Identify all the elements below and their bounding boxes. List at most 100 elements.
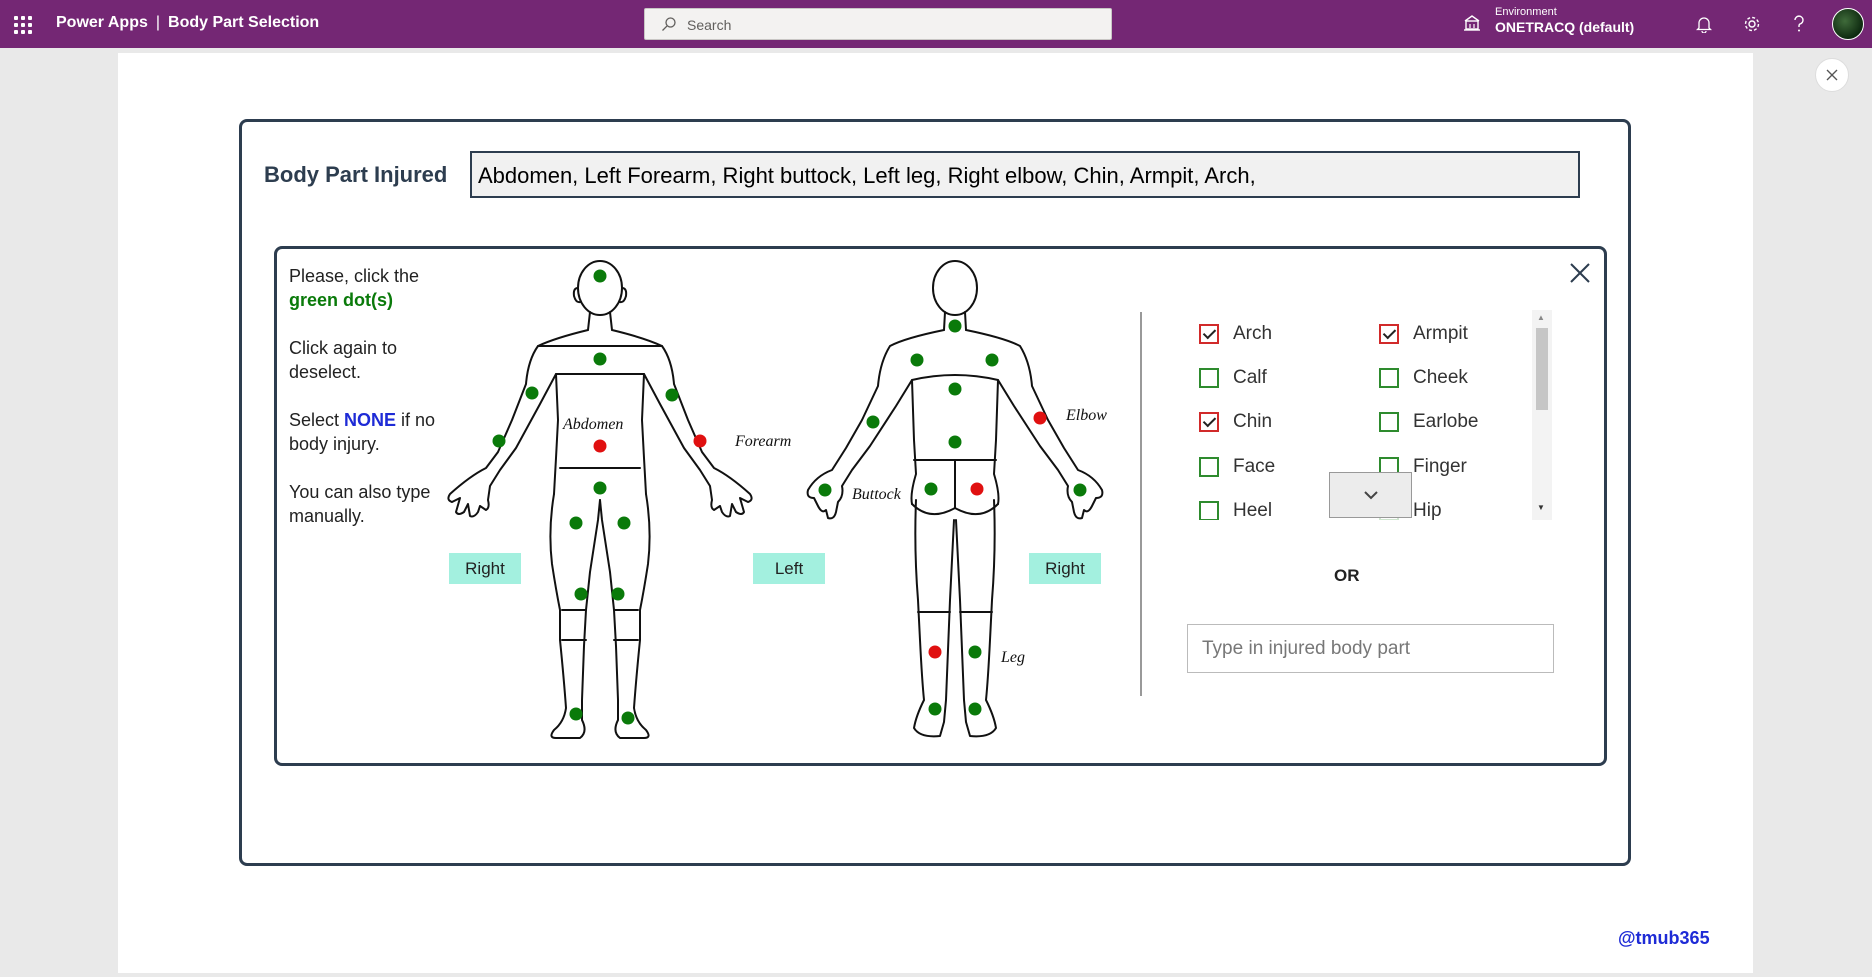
body-part-value-field[interactable]: Abdomen, Left Forearm, Right buttock, Le… — [470, 151, 1580, 198]
app-title: Power Apps | Body Part Selection — [56, 14, 319, 32]
dot-right-thigh[interactable] — [569, 516, 583, 530]
body-part-label: Body Part Injured — [264, 162, 448, 187]
checkbox-cheek-label: Cheek — [1413, 367, 1468, 388]
dot-right-knee[interactable] — [574, 587, 588, 601]
dot-back-left-shoulder[interactable] — [910, 353, 924, 367]
dot-right-elbow[interactable] — [1033, 411, 1047, 425]
instruction-manual: You can also type manually. — [289, 482, 431, 526]
search-icon — [662, 17, 676, 31]
front-left-button[interactable]: Left — [753, 553, 825, 584]
checkbox-chin[interactable]: Chin — [1199, 411, 1272, 433]
top-bar: Power Apps | Body Part Selection Environme… — [0, 0, 1872, 48]
label-buttock: Buttock — [852, 486, 902, 503]
checkbox-finger-label: Finger — [1413, 456, 1467, 477]
checkbox-cheek[interactable]: Cheek — [1379, 367, 1468, 389]
checkbox-armpit[interactable]: Armpit — [1379, 323, 1468, 345]
dot-left-foot[interactable] — [621, 711, 635, 725]
checkbox-face[interactable]: Face — [1199, 456, 1275, 478]
section-divider — [1140, 312, 1142, 696]
manual-body-part-input[interactable] — [1187, 624, 1554, 673]
dot-right-heel[interactable] — [968, 702, 982, 716]
checkbox-armpit-label: Armpit — [1413, 323, 1468, 344]
dot-neck[interactable] — [948, 319, 962, 333]
avatar[interactable] — [1832, 8, 1864, 40]
watermark: @tmub365 — [1618, 928, 1710, 948]
dot-left-heel[interactable] — [928, 702, 942, 716]
dot-upper-back[interactable] — [948, 382, 962, 396]
close-icon — [1826, 69, 1838, 81]
dot-right-hand[interactable] — [1073, 483, 1087, 497]
checkbox-heel-label: Heel — [1233, 500, 1273, 520]
or-label: OR — [1334, 566, 1360, 585]
page-title: Body Part Selection — [168, 14, 320, 31]
label-elbow: Elbow — [1065, 407, 1107, 424]
dot-right-buttock[interactable] — [970, 482, 984, 496]
dot-left-forearm[interactable] — [693, 434, 707, 448]
checkbox-face-label: Face — [1233, 456, 1276, 477]
dot-right-foot[interactable] — [569, 707, 583, 721]
dot-abdomen[interactable] — [593, 439, 607, 453]
back-right-button[interactable]: Right — [1029, 553, 1101, 584]
environment-name[interactable]: ONETRACQ (default) — [1495, 19, 1634, 35]
checkbox-heel[interactable]: Heel — [1199, 500, 1272, 520]
expand-list-button[interactable] — [1329, 472, 1412, 518]
checkbox-calf[interactable]: Calf — [1199, 367, 1267, 389]
dot-groin[interactable] — [593, 481, 607, 495]
gear-icon[interactable] — [1740, 12, 1764, 36]
checkbox-hip-label: Hip — [1413, 500, 1442, 520]
checkbox-calf-label: Calf — [1233, 367, 1267, 388]
checkbox-armpit-box[interactable] — [1379, 324, 1399, 344]
instruction-click: Please, click the — [289, 266, 420, 286]
environment-icon[interactable] — [1462, 14, 1482, 32]
front-body-figure — [447, 260, 753, 739]
label-leg: Leg — [1000, 649, 1025, 666]
checkbox-heel-box[interactable] — [1199, 501, 1219, 520]
dot-right-shoulder[interactable] — [525, 386, 539, 400]
help-icon[interactable] — [1787, 12, 1811, 36]
instruction-green-dots: green dot(s) — [289, 290, 394, 310]
dot-left-knee[interactable] — [611, 587, 625, 601]
close-app-button[interactable] — [1815, 58, 1849, 92]
dot-left-leg[interactable] — [928, 645, 942, 659]
app-name[interactable]: Power Apps — [56, 14, 148, 31]
environment-label: Environment — [1495, 6, 1557, 18]
chevron-down-icon — [1363, 491, 1378, 500]
checkbox-earlobe-label: Earlobe — [1413, 411, 1479, 432]
checkbox-earlobe-box[interactable] — [1379, 412, 1399, 432]
dot-left-thigh[interactable] — [617, 516, 631, 530]
dot-right-forearm[interactable] — [492, 434, 506, 448]
scroll-up-arrow-icon[interactable]: ▲ — [1537, 313, 1545, 322]
search-input[interactable] — [687, 14, 1087, 36]
dot-chest[interactable] — [593, 352, 607, 366]
checklist-scroll-thumb[interactable] — [1536, 328, 1548, 410]
dot-right-leg[interactable] — [968, 645, 982, 659]
scroll-down-arrow-icon[interactable]: ▼ — [1537, 503, 1545, 512]
bell-icon[interactable] — [1692, 12, 1716, 36]
checkbox-arch-box[interactable] — [1199, 324, 1219, 344]
label-forearm: Forearm — [734, 433, 791, 450]
dot-left-hand[interactable] — [818, 483, 832, 497]
checkbox-chin-label: Chin — [1233, 411, 1273, 432]
dot-lower-back[interactable] — [948, 435, 962, 449]
checkbox-arch-label: Arch — [1233, 323, 1273, 344]
none-option[interactable]: NONE — [344, 410, 396, 430]
instructions: Please, click the green dot(s) Click agai… — [289, 264, 439, 552]
dot-head[interactable] — [593, 269, 607, 283]
instruction-deselect: Click again to deselect. — [289, 338, 398, 382]
checkbox-earlobe[interactable]: Earlobe — [1379, 411, 1479, 433]
close-dialog-icon[interactable] — [1569, 262, 1591, 284]
checkbox-calf-box[interactable] — [1199, 368, 1219, 388]
checkbox-chin-box[interactable] — [1199, 412, 1219, 432]
checkbox-face-box[interactable] — [1199, 457, 1219, 477]
app-launcher-icon[interactable] — [14, 16, 32, 34]
checkbox-arch[interactable]: Arch — [1199, 323, 1272, 345]
dot-left-shoulder[interactable] — [665, 388, 679, 402]
search-box[interactable] — [644, 8, 1112, 40]
checkbox-cheek-box[interactable] — [1379, 368, 1399, 388]
front-right-button[interactable]: Right — [449, 553, 521, 584]
instruction-select-prefix: Select — [289, 410, 345, 430]
dot-left-elbow[interactable] — [866, 415, 880, 429]
dot-back-right-shoulder[interactable] — [985, 353, 999, 367]
dot-left-buttock[interactable] — [924, 482, 938, 496]
title-separator: | — [155, 14, 161, 31]
